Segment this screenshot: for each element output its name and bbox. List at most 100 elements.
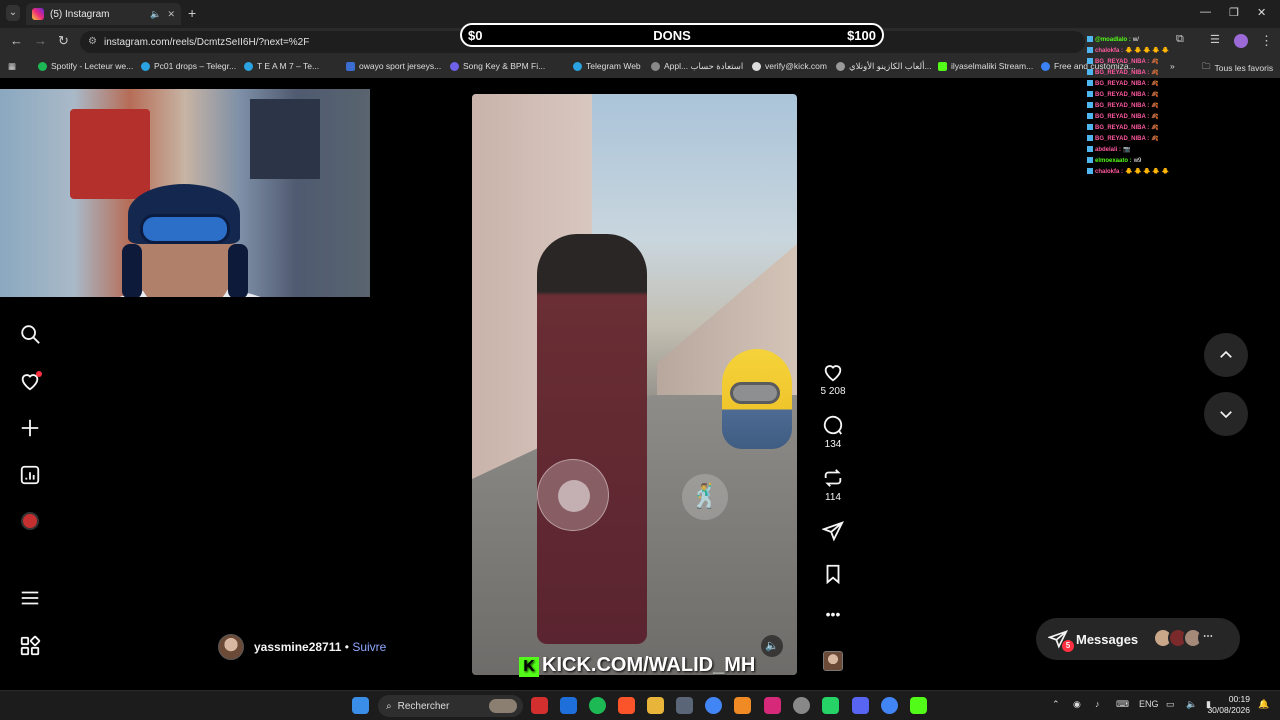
browser-menu-icon[interactable]: ⋮ — [1260, 33, 1273, 49]
cast-icon[interactable]: ☰ — [1210, 33, 1220, 46]
chat-text: 🍂 — [1151, 92, 1159, 98]
new-tab-button[interactable]: + — [188, 5, 196, 21]
apple-icon — [651, 62, 660, 71]
tray-overflow-icon[interactable]: ⌃ — [1052, 699, 1060, 710]
minimize-icon[interactable]: — — [1200, 6, 1211, 18]
next-reel-button[interactable] — [1204, 392, 1248, 436]
send-icon — [822, 521, 844, 542]
windows-start-icon[interactable] — [352, 697, 369, 714]
chat-username: abdelali : — [1095, 147, 1122, 153]
follow-button[interactable]: Suivre — [352, 640, 386, 654]
repost-button[interactable]: 114 — [816, 467, 850, 503]
store-icon[interactable] — [676, 697, 693, 714]
notification-bell-icon[interactable]: 🔔 — [1258, 699, 1269, 710]
chat-username: @moadlalo : — [1095, 37, 1131, 43]
chat-badge-icon — [1087, 69, 1093, 76]
vlc-icon[interactable] — [734, 697, 751, 714]
restore-icon[interactable]: ❐ — [1229, 6, 1239, 19]
dashboard-chart-icon[interactable] — [18, 463, 42, 487]
site-info-icon[interactable]: ⚙ — [88, 36, 97, 47]
chevron-down-icon — [1220, 411, 1232, 419]
settings-icon[interactable] — [793, 697, 810, 714]
chat-username: BG_REYAD_NIBA : — [1095, 125, 1150, 131]
brave-icon[interactable] — [618, 697, 635, 714]
chat-username: BG_REYAD_NIBA : — [1095, 114, 1150, 120]
spotify-icon[interactable] — [589, 697, 606, 714]
bookmark-owayo[interactable]: owayo sport jerseys... — [346, 61, 441, 71]
language-indicator[interactable]: ENG — [1139, 699, 1159, 709]
chat-text: 🍂 — [1151, 136, 1159, 142]
volume-icon[interactable]: 🔈 — [1186, 699, 1197, 710]
audio-avatar[interactable] — [816, 651, 850, 671]
chat-badge-icon — [1087, 80, 1093, 87]
previous-reel-button[interactable] — [1204, 333, 1248, 377]
comment-icon — [823, 415, 843, 435]
browser-tab[interactable]: (5) Instagram 🔈 ✕ — [26, 3, 181, 25]
bookmark-songkey[interactable]: Song Key & BPM Fi... — [450, 61, 545, 71]
chat-username: BG_REYAD_NIBA : — [1095, 92, 1150, 98]
chevron-up-icon — [1220, 350, 1232, 358]
app-icon[interactable] — [531, 697, 548, 714]
bookmark-team7[interactable]: T E A M 7 – Te... — [244, 61, 319, 71]
tab-close-icon[interactable]: ✕ — [167, 9, 175, 20]
back-arrow-icon[interactable]: ← — [10, 33, 23, 48]
discord-icon[interactable] — [852, 697, 869, 714]
bookmark-telegram-web[interactable]: Telegram Web — [573, 61, 641, 71]
like-button[interactable]: 5 208 — [816, 361, 850, 397]
chat-text: 🍂 — [1151, 125, 1159, 131]
comment-button[interactable]: 134 — [816, 414, 850, 450]
chat-message: abdelali : 📷 — [1087, 145, 1207, 156]
bookmark-kick-verify[interactable]: verify@kick.com — [752, 61, 827, 71]
tray-app-icon[interactable]: ◉ — [1073, 699, 1081, 710]
close-window-icon[interactable]: ✕ — [1257, 6, 1266, 19]
author-username[interactable]: yassmine28711 — [254, 640, 341, 654]
chat-message: BG_REYAD_NIBA : 🍂 — [1087, 123, 1207, 134]
bookmark-spotify[interactable]: Spotify - Lecteur we... — [38, 61, 133, 71]
file-explorer-icon[interactable] — [647, 697, 664, 714]
profile-avatar[interactable] — [1234, 34, 1248, 48]
search-icon[interactable] — [18, 322, 42, 346]
author-avatar[interactable] — [218, 634, 244, 660]
save-button[interactable] — [816, 563, 850, 588]
more-apps-grid-icon[interactable] — [18, 634, 42, 658]
chrome-active-icon[interactable] — [881, 697, 898, 714]
minion-goggle — [730, 382, 780, 404]
more-icon: ⋯ — [1198, 628, 1218, 648]
url-text: instagram.com/reels/DcmtzSeII6H/?next=%2… — [104, 36, 310, 48]
instagram-icon[interactable] — [764, 697, 781, 714]
all-bookmarks[interactable]: 🗀 Tous les favoris — [1202, 61, 1273, 75]
messages-button[interactable]: 5 Messages ⋯ — [1036, 618, 1240, 660]
donation-goal-bar: $0 DONS $100 — [460, 23, 884, 47]
tab-list-button[interactable]: ⌄ — [6, 5, 20, 21]
reel-video[interactable]: 🕺 🔈 — [472, 94, 797, 675]
jersey-decoration — [70, 109, 150, 199]
bookmark-apple[interactable]: Appl... استعادة حساب — [651, 61, 743, 72]
chat-text: 🍂 — [1151, 70, 1159, 76]
menu-hamburger-icon[interactable] — [18, 586, 42, 610]
network-icon[interactable]: ▭ — [1166, 699, 1175, 710]
taskbar-search[interactable]: ⌕ Rechercher — [378, 695, 523, 717]
create-plus-icon[interactable] — [18, 416, 42, 440]
bookmark-pc01[interactable]: Pc01 drops – Telegr... — [141, 61, 236, 71]
clock-time: 00:19 — [1228, 694, 1250, 704]
volume-icon[interactable]: 🔈 — [761, 635, 783, 657]
kick-studio-icon[interactable] — [910, 697, 927, 714]
video-person — [537, 234, 647, 644]
apps-grid-icon[interactable]: ▦ — [8, 61, 16, 72]
more-options-icon[interactable]: ••• — [816, 606, 850, 622]
bookmark-casino[interactable]: ألعاب الكازينو الأونلاي... — [836, 61, 932, 72]
profile-avatar[interactable] — [18, 509, 42, 533]
forward-arrow-icon[interactable]: → — [34, 33, 47, 48]
chat-message: BG_REYAD_NIBA : 🍂 — [1087, 90, 1207, 101]
reload-icon[interactable]: ↻ — [58, 33, 69, 49]
system-clock[interactable]: 00:19 30/08/2026 — [1207, 694, 1250, 716]
security-shield-icon[interactable] — [560, 697, 577, 714]
keyboard-icon[interactable]: ⌨ — [1116, 699, 1129, 710]
chrome-icon[interactable] — [705, 697, 722, 714]
share-button[interactable] — [816, 520, 850, 545]
whatsapp-icon[interactable] — [822, 697, 839, 714]
tab-audio-icon[interactable]: 🔈 — [150, 9, 161, 20]
microphone-icon[interactable]: ♪ — [1095, 699, 1100, 709]
notifications-heart-icon[interactable] — [18, 369, 42, 393]
bookmark-kick-stream[interactable]: ilyaselmaliki Stream... — [938, 61, 1033, 71]
